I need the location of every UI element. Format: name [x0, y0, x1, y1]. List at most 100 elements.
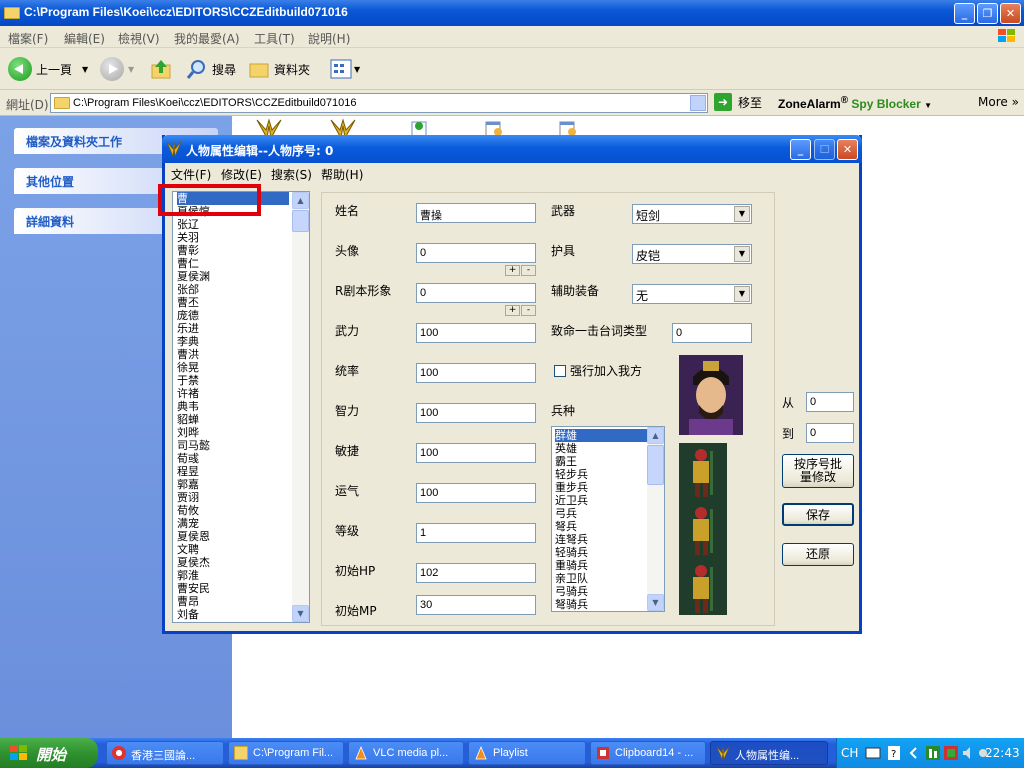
- taskbar-item[interactable]: 香港三國論...: [106, 741, 224, 765]
- go-button[interactable]: ➜ 移至: [714, 93, 762, 111]
- character-list-item[interactable]: 刘晔: [177, 426, 289, 439]
- troop-scrollbar[interactable]: ▲ ▼: [647, 427, 664, 611]
- troop-list-item[interactable]: 轻步兵: [555, 468, 647, 481]
- chevron-down-icon[interactable]: ▼: [734, 286, 750, 302]
- level-input[interactable]: 1: [416, 523, 536, 543]
- character-list-item[interactable]: 刘备: [177, 608, 289, 621]
- taskbar-item[interactable]: VLC media pl...: [348, 741, 464, 765]
- troop-list[interactable]: 群雄 英雄 霸王 轻步兵 重步兵 近卫兵 弓兵 弩兵 连弩兵 轻骑兵 重骑兵 亲卫队 弓骑兵 弩骑兵 ▲ …: [551, 426, 665, 612]
- taskbar-item[interactable]: C:\Program Fil...: [228, 741, 344, 765]
- menu-view[interactable]: 檢視(V): [118, 30, 160, 47]
- close-button[interactable]: ✕: [1000, 3, 1021, 24]
- menu-modify[interactable]: 修改(E): [221, 166, 262, 183]
- keyboard-icon[interactable]: [865, 746, 881, 760]
- troop-list-item[interactable]: 连弩兵: [555, 533, 647, 546]
- troop-list-item[interactable]: 亲卫队: [555, 572, 647, 585]
- character-list-item[interactable]: 荀攸: [177, 504, 289, 517]
- scroll-down-icon[interactable]: ▼: [292, 605, 309, 622]
- troop-list-item[interactable]: 近卫兵: [555, 494, 647, 507]
- taskbar-item[interactable]: Clipboard14 - ...: [590, 741, 706, 765]
- chevron-down-icon[interactable]: [690, 95, 706, 111]
- character-list[interactable]: 曹夏侯惇 张辽 关羽 曹彰 曹仁 夏侯渊 张郃 曹丕 庞德 乐进 李典 曹洪 徐晃 于禁 许褚 典韦 貂蝉 刘晔司…: [172, 191, 310, 623]
- troop-list-item[interactable]: 弓兵: [555, 507, 647, 520]
- scroll-up-icon[interactable]: ▲: [292, 192, 309, 209]
- list-scrollbar[interactable]: ▲ ▼: [292, 192, 309, 622]
- menu-file[interactable]: 文件(F): [171, 166, 211, 183]
- character-list-item[interactable]: 貂蝉: [177, 413, 289, 426]
- troop-list-item[interactable]: 重步兵: [555, 481, 647, 494]
- rscript-input[interactable]: 0: [416, 283, 536, 303]
- head-plus-button[interactable]: +: [505, 265, 520, 276]
- agility-input[interactable]: 100: [416, 443, 536, 463]
- troop-list-item[interactable]: 弩骑兵: [555, 598, 647, 611]
- tray-app-icon[interactable]: [925, 745, 941, 761]
- character-list-item[interactable]: 贾诩: [177, 491, 289, 504]
- troop-list-item[interactable]: 弩兵: [555, 520, 647, 533]
- menu-search[interactable]: 搜索(S): [271, 166, 312, 183]
- troop-list-item[interactable]: 英雄: [555, 442, 647, 455]
- forward-button[interactable]: ▼: [100, 56, 134, 82]
- character-list-item[interactable]: 关羽: [177, 231, 289, 244]
- force-join-checkbox[interactable]: [554, 365, 566, 377]
- search-button[interactable]: 搜尋: [186, 56, 236, 82]
- help-icon[interactable]: ?: [887, 745, 901, 761]
- character-list-item[interactable]: 司马懿: [177, 439, 289, 452]
- language-indicator[interactable]: CH: [841, 746, 858, 760]
- scroll-up-icon[interactable]: ▲: [647, 427, 664, 444]
- troop-list-item[interactable]: 霸王: [555, 455, 647, 468]
- character-list-item[interactable]: 李典: [177, 335, 289, 348]
- menu-help[interactable]: 帮助(H): [321, 166, 363, 183]
- scroll-thumb[interactable]: [292, 210, 309, 232]
- chevron-left-icon[interactable]: [907, 746, 921, 760]
- character-list-item[interactable]: 典韦: [177, 400, 289, 413]
- menu-tools[interactable]: 工具(T): [254, 30, 295, 47]
- force-input[interactable]: 100: [416, 323, 536, 343]
- character-list-item[interactable]: 夏侯渊: [177, 270, 289, 283]
- scroll-down-icon[interactable]: ▼: [647, 594, 664, 611]
- more-button[interactable]: More »: [978, 95, 1019, 109]
- character-list-item[interactable]: 满宠: [177, 517, 289, 530]
- character-list-item[interactable]: 徐晃: [177, 361, 289, 374]
- character-list-item[interactable]: 于禁: [177, 374, 289, 387]
- accessory-select[interactable]: 无 ▼: [632, 284, 752, 304]
- save-button[interactable]: 保存: [782, 503, 854, 526]
- dialog-titlebar[interactable]: 人物属性编辑--人物序号: 0 _ ☐ ✕: [162, 135, 862, 163]
- rscript-plus-button[interactable]: +: [505, 305, 520, 316]
- character-list-item[interactable]: 荀彧: [177, 452, 289, 465]
- restore-button[interactable]: ❐: [977, 3, 998, 24]
- menu-favorites[interactable]: 我的最愛(A): [174, 30, 240, 47]
- minimize-button[interactable]: _: [954, 3, 975, 24]
- zonealarm-spy-blocker[interactable]: ZoneAlarm® Spy Blocker ▼: [778, 95, 932, 111]
- back-button[interactable]: 上一頁 ▼: [8, 56, 88, 82]
- character-list-item[interactable]: 郭淮: [177, 569, 289, 582]
- to-input[interactable]: 0: [806, 423, 854, 443]
- chevron-down-icon[interactable]: ▼: [734, 206, 750, 222]
- character-list-item[interactable]: 张郃: [177, 283, 289, 296]
- character-list-item[interactable]: 夏侯恩: [177, 530, 289, 543]
- explorer-titlebar[interactable]: C:\Program Files\Koei\ccz\EDITORS\CCZEdi…: [0, 0, 1024, 26]
- taskbar-item-active[interactable]: 人物属性编...: [710, 741, 828, 765]
- minimize-button[interactable]: _: [790, 139, 811, 160]
- character-list-item[interactable]: 文聘: [177, 543, 289, 556]
- troop-list-item[interactable]: 群雄: [555, 429, 647, 442]
- troop-list-item[interactable]: 轻骑兵: [555, 546, 647, 559]
- command-input[interactable]: 100: [416, 363, 536, 383]
- character-list-item[interactable]: 程昱: [177, 465, 289, 478]
- chevron-down-icon[interactable]: ▼: [734, 246, 750, 262]
- menu-file[interactable]: 檔案(F): [8, 30, 48, 47]
- volume-icon[interactable]: [961, 745, 977, 761]
- from-input[interactable]: 0: [806, 392, 854, 412]
- menu-edit[interactable]: 編輯(E): [64, 30, 105, 47]
- zonealarm-tray-icon[interactable]: [943, 745, 959, 761]
- character-list-item[interactable]: 许褚: [177, 387, 289, 400]
- fatal-line-input[interactable]: 0: [672, 323, 752, 343]
- close-button[interactable]: ✕: [837, 139, 858, 160]
- character-list-item[interactable]: 曹昂: [177, 595, 289, 608]
- head-minus-button[interactable]: -: [521, 265, 536, 276]
- character-list-item[interactable]: 曹洪: [177, 348, 289, 361]
- init-hp-input[interactable]: 102: [416, 563, 536, 583]
- up-folder-button[interactable]: [150, 56, 172, 82]
- character-list-item[interactable]: 乐进: [177, 322, 289, 335]
- character-list-item[interactable]: 曹安民: [177, 582, 289, 595]
- character-list-item[interactable]: 曹仁: [177, 257, 289, 270]
